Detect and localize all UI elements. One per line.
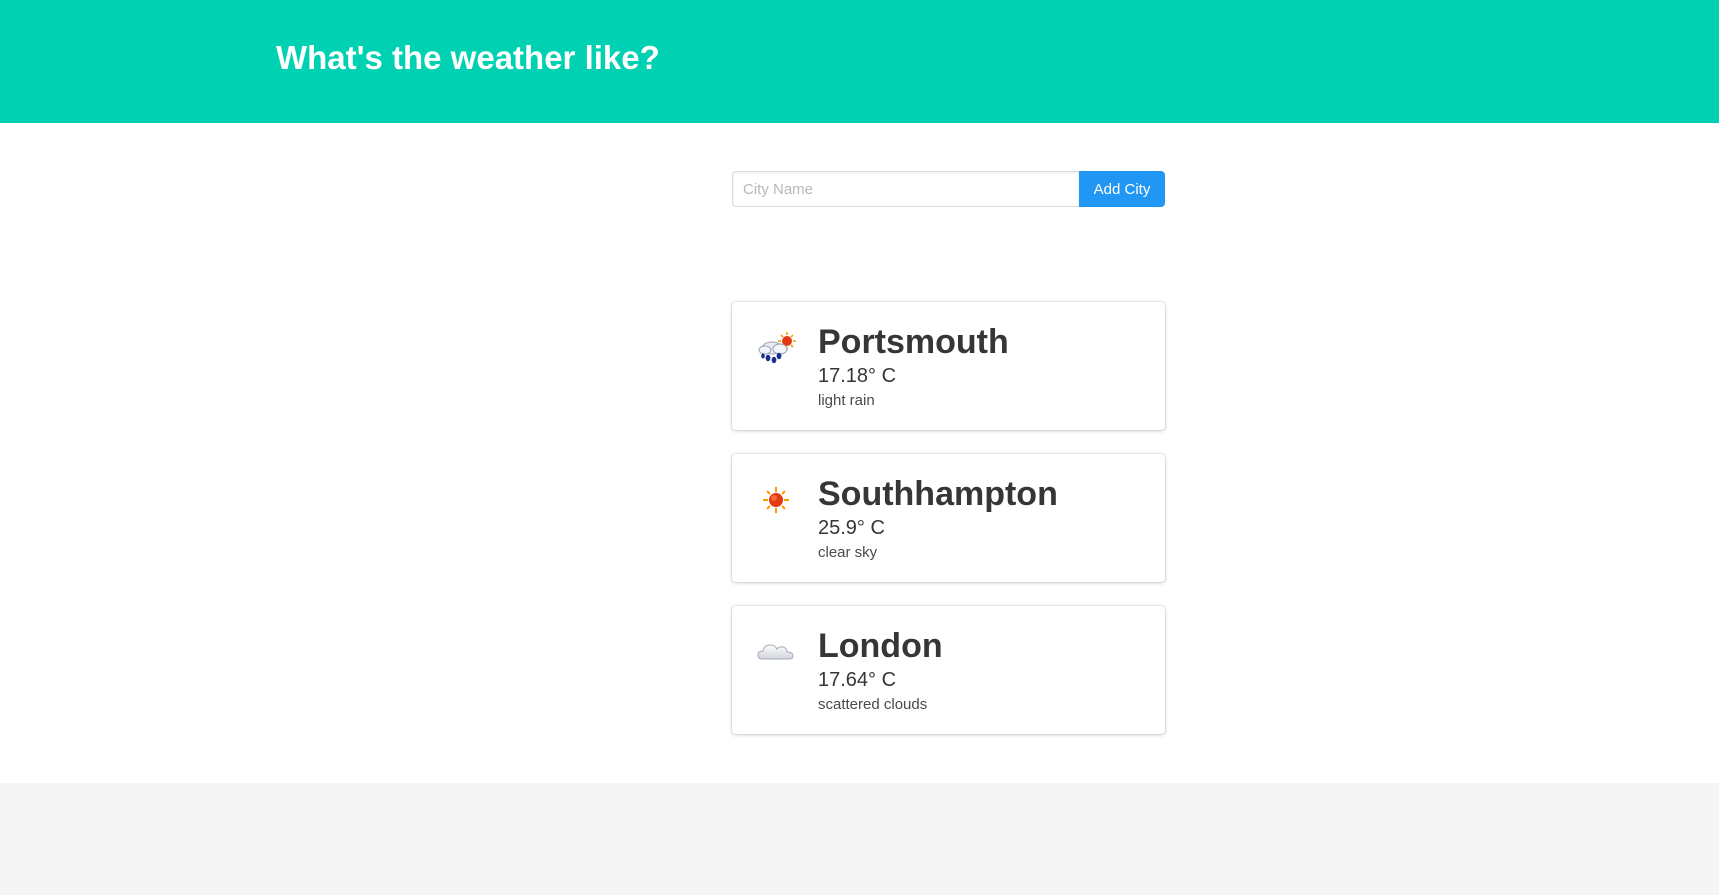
weather-card: Portsmouth 17.18° C light rain	[732, 302, 1165, 430]
weather-description: clear sky	[818, 544, 878, 561]
hero-banner: What's the weather like?	[0, 0, 1719, 123]
city-name: Portsmouth	[818, 323, 1009, 361]
weather-card: Southhampton 25.9° C clear sky	[732, 454, 1165, 582]
city-name-input[interactable]	[732, 171, 1079, 207]
temperature: 25.9° C	[818, 517, 885, 539]
city-name: London	[818, 627, 943, 665]
temperature: 17.18° C	[818, 365, 897, 387]
weather-description: scattered clouds	[818, 696, 928, 713]
light-rain-sun-icon	[756, 328, 796, 368]
add-city-button[interactable]: Add City	[1079, 171, 1165, 207]
temperature: 17.64° C	[818, 669, 897, 691]
sun-icon	[756, 480, 796, 520]
page-footer	[0, 783, 1719, 895]
weather-description: light rain	[818, 392, 875, 409]
city-name: Southhampton	[818, 475, 1058, 513]
weather-card: London 17.64° C scattered clouds	[732, 606, 1165, 734]
cloud-icon	[756, 632, 796, 672]
page-title: What's the weather like?	[276, 39, 660, 76]
add-city-form: Add City	[732, 171, 1165, 207]
